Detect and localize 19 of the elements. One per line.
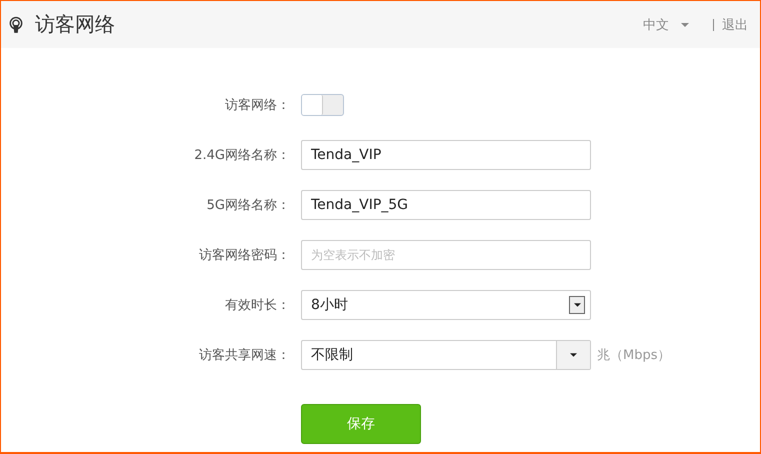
field-label: 2.4G网络名称： bbox=[193, 147, 291, 164]
field-label: 访客网络： bbox=[224, 97, 291, 114]
unit-label: 兆（Mbps） bbox=[597, 347, 670, 364]
page-title: 访客网络 bbox=[35, 11, 115, 38]
toggle-switch[interactable] bbox=[301, 94, 344, 116]
caret-icon bbox=[681, 22, 689, 26]
dropdown-button[interactable] bbox=[569, 296, 585, 314]
field-label: 访客共享网速： bbox=[198, 347, 291, 364]
text-field[interactable]: Tenda_VIP bbox=[301, 140, 591, 170]
field-label: 有效时长： bbox=[224, 297, 291, 314]
text-field[interactable]: Tenda_VIP_5G bbox=[301, 190, 591, 220]
caret-icon bbox=[574, 303, 580, 307]
caret-icon bbox=[570, 353, 577, 357]
select-field[interactable]: 8小时 bbox=[301, 290, 591, 320]
field-label: 5G网络名称： bbox=[206, 197, 291, 214]
hotspot-icon bbox=[9, 16, 23, 34]
text-field[interactable]: 为空表示不加密 bbox=[301, 240, 591, 270]
combo-field[interactable]: 不限制 bbox=[301, 340, 591, 370]
field-label: 访客网络密码： bbox=[198, 247, 291, 264]
